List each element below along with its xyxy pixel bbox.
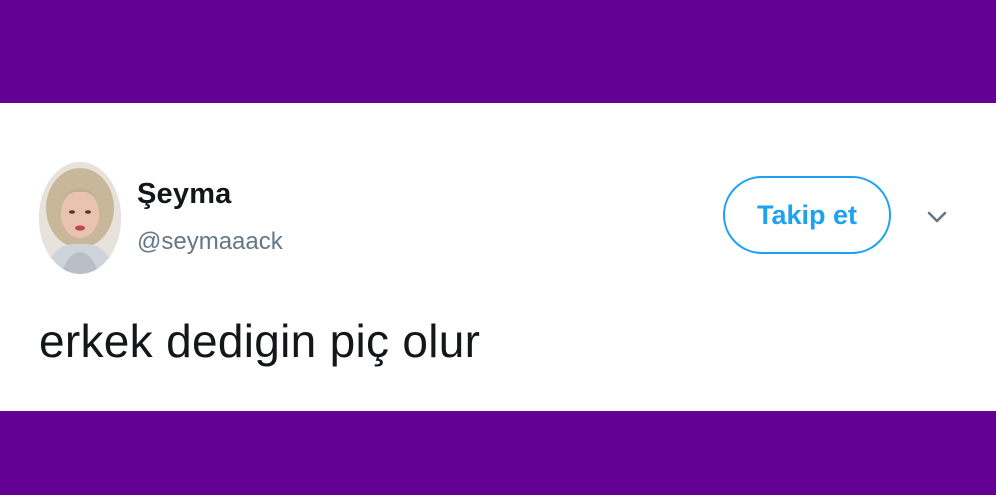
tweet-menu-button[interactable] [922,207,952,229]
follow-button[interactable]: Takip et [723,176,891,254]
top-purple-band [0,0,996,103]
chevron-down-icon [927,211,947,223]
avatar[interactable] [39,162,121,274]
bottom-purple-band [0,411,996,495]
avatar-photo-icon [39,162,121,274]
tweet-card: Şeyma @seymaaack Takip et erkek dedigin … [0,103,996,411]
tweet-text: erkek dedigin piç olur [39,315,481,367]
author-handle[interactable]: @seymaaack [137,228,283,256]
author-display-name[interactable]: Şeyma [137,178,232,211]
